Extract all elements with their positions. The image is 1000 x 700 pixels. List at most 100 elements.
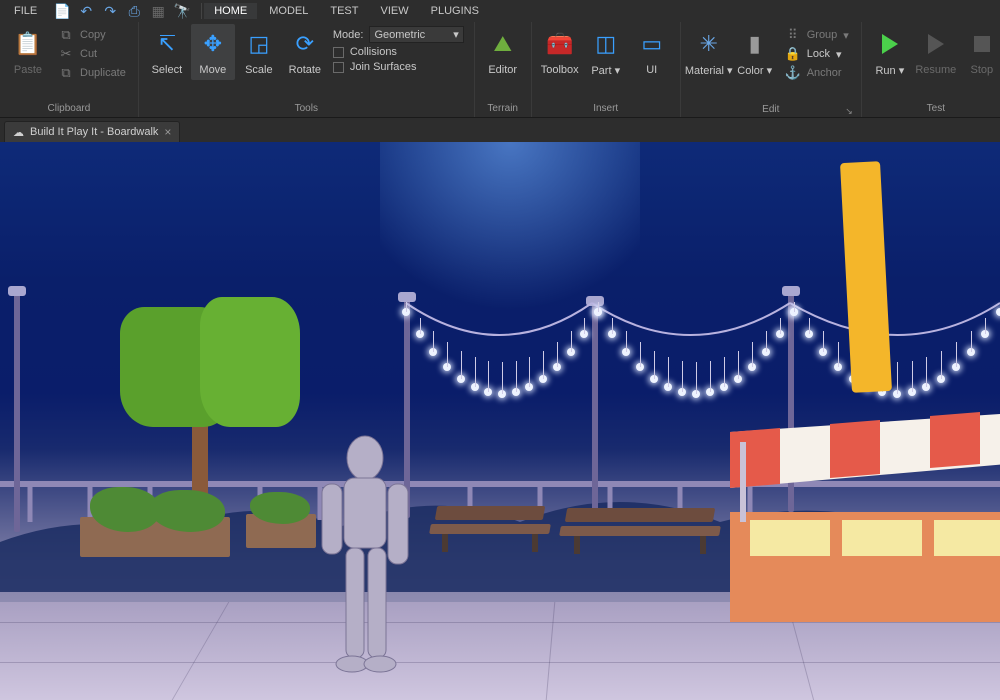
player-avatar — [300, 432, 430, 700]
rotate-label: Rotate — [289, 64, 321, 76]
move-label: Move — [199, 64, 226, 76]
copy-label: Copy — [80, 29, 106, 41]
collisions-checkbox[interactable]: Collisions — [333, 46, 464, 58]
paste-label: Paste — [14, 64, 42, 76]
ui-button[interactable]: ▭ UI — [630, 24, 674, 80]
material-button[interactable]: ✳ Material ▾ — [687, 24, 731, 81]
bulb-string — [557, 342, 558, 367]
document-tab[interactable]: ☁ Build It Play It - Boardwalk × — [4, 121, 180, 142]
bulb-string — [912, 361, 913, 393]
tab-plugins[interactable]: PLUGINS — [421, 3, 489, 19]
run-label: Run ▾ — [875, 64, 904, 77]
collisions-label: Collisions — [350, 46, 397, 58]
rotate-button[interactable]: ⟳ Rotate — [283, 24, 327, 80]
ribbon-group-edit: ✳ Material ▾ ▮ Color ▾ ⠿Group ▾ 🔒Lock ▾ … — [681, 22, 862, 117]
group-label-text: Group — [807, 29, 838, 41]
checkbox-icon — [333, 62, 344, 73]
material-label: Material ▾ — [685, 64, 733, 77]
ribbon-group-terrain: ⛰ Editor Terrain — [475, 22, 532, 117]
menu-bar: FILE 📄 ↶ ↷ ⎙ ▦ 🔭 HOME MODEL TEST VIEW PL… — [0, 0, 1000, 22]
bulb-string — [941, 351, 942, 379]
bulb-string — [696, 362, 697, 394]
bulb-string — [710, 361, 711, 393]
tab-view[interactable]: VIEW — [370, 3, 418, 19]
ribbon-group-insert: 🧰 Toolbox ◫ Part ▾ ▭ UI Insert — [532, 22, 681, 117]
move-button[interactable]: ✥ Move — [191, 24, 235, 80]
bulb-string — [738, 351, 739, 379]
lock-label: Lock — [807, 48, 830, 60]
clipboard-group-label: Clipboard — [6, 102, 132, 117]
tab-model[interactable]: MODEL — [259, 3, 318, 19]
color-button[interactable]: ▮ Color ▾ — [733, 24, 777, 81]
select-button[interactable]: ↸ Select — [145, 24, 189, 80]
duplicate-label: Duplicate — [80, 67, 126, 79]
bulb-string — [584, 318, 585, 334]
terrain-editor-button[interactable]: ⛰ Editor — [481, 24, 525, 80]
lock-button[interactable]: 🔒Lock ▾ — [779, 45, 855, 63]
chevron-down-icon: ▾ — [767, 65, 773, 77]
bulb-string — [780, 318, 781, 334]
ui-icon: ▭ — [636, 28, 668, 60]
group-launcher-icon[interactable]: ↘ — [687, 106, 853, 117]
move-icon: ✥ — [197, 28, 229, 60]
toolbox-button[interactable]: 🧰 Toolbox — [538, 24, 582, 80]
part-icon: ◫ — [590, 28, 622, 60]
play-icon — [920, 28, 952, 60]
bulb-string — [598, 302, 599, 312]
document-tab-bar: ☁ Build It Play It - Boardwalk × — [0, 118, 1000, 142]
paste-button[interactable]: 📋 Paste — [6, 24, 50, 80]
new-file-icon[interactable]: 📄 — [53, 2, 71, 20]
scale-button[interactable]: ◲ Scale — [237, 24, 281, 80]
bulb-string — [502, 362, 503, 394]
tab-home[interactable]: HOME — [204, 3, 257, 19]
join-surfaces-label: Join Surfaces — [350, 61, 417, 73]
bulb-string — [682, 361, 683, 393]
group-button[interactable]: ⠿ Group ▾ — [779, 26, 855, 44]
mode-label: Mode: — [333, 29, 364, 41]
viewport-3d[interactable] — [0, 142, 1000, 700]
anchor-button[interactable]: ⚓Anchor — [779, 64, 855, 82]
scale-icon: ◲ — [243, 28, 275, 60]
bulb-string — [809, 318, 810, 334]
duplicate-icon: ⧉ — [58, 65, 74, 81]
resume-button[interactable]: Resume — [914, 24, 958, 80]
run-button[interactable]: Run ▾ — [868, 24, 912, 81]
part-button[interactable]: ◫ Part ▾ — [584, 24, 628, 81]
stop-icon — [966, 28, 998, 60]
mode-select[interactable]: Geometric ▾ — [369, 26, 463, 43]
join-surfaces-checkbox[interactable]: Join Surfaces — [333, 61, 464, 73]
color-icon: ▮ — [739, 28, 771, 60]
redo-icon[interactable]: ↷ — [101, 2, 119, 20]
ribbon: 📋 Paste ⧉Copy ✂Cut ⧉Duplicate Clipboard … — [0, 22, 1000, 118]
bench — [560, 504, 720, 554]
select-label: Select — [152, 64, 183, 76]
bulb-string — [406, 302, 407, 312]
stall-sign — [840, 161, 892, 393]
tab-test[interactable]: TEST — [320, 3, 368, 19]
bulb-string — [668, 357, 669, 387]
chevron-down-icon: ▾ — [843, 29, 849, 42]
binoculars-icon[interactable]: 🔭 — [173, 2, 191, 20]
bulb-string — [543, 351, 544, 379]
duplicate-button[interactable]: ⧉ Duplicate — [52, 64, 132, 82]
copy-button[interactable]: ⧉Copy — [52, 26, 132, 44]
bulb-string — [488, 361, 489, 393]
file-menu[interactable]: FILE — [4, 3, 47, 19]
play-icon — [874, 28, 906, 60]
group-icon: ⠿ — [785, 27, 801, 43]
separator — [201, 3, 202, 19]
bulb-string — [612, 318, 613, 334]
light-pole — [14, 292, 20, 532]
toolbox-label: Toolbox — [541, 64, 579, 76]
ribbon-group-tools: ↸ Select ✥ Move ◲ Scale ⟳ Rotate Mo — [139, 22, 475, 117]
chevron-down-icon: ▾ — [836, 48, 842, 61]
stop-label: Stop — [971, 64, 994, 76]
explorer-icon[interactable]: ⎙ — [125, 2, 143, 20]
bulb-string — [897, 362, 898, 394]
close-icon[interactable]: × — [164, 125, 171, 139]
grid-icon[interactable]: ▦ — [149, 2, 167, 20]
stop-button[interactable]: Stop — [960, 24, 1000, 80]
cut-button[interactable]: ✂Cut — [52, 45, 132, 63]
market-stall — [730, 392, 1000, 642]
undo-icon[interactable]: ↶ — [77, 2, 95, 20]
